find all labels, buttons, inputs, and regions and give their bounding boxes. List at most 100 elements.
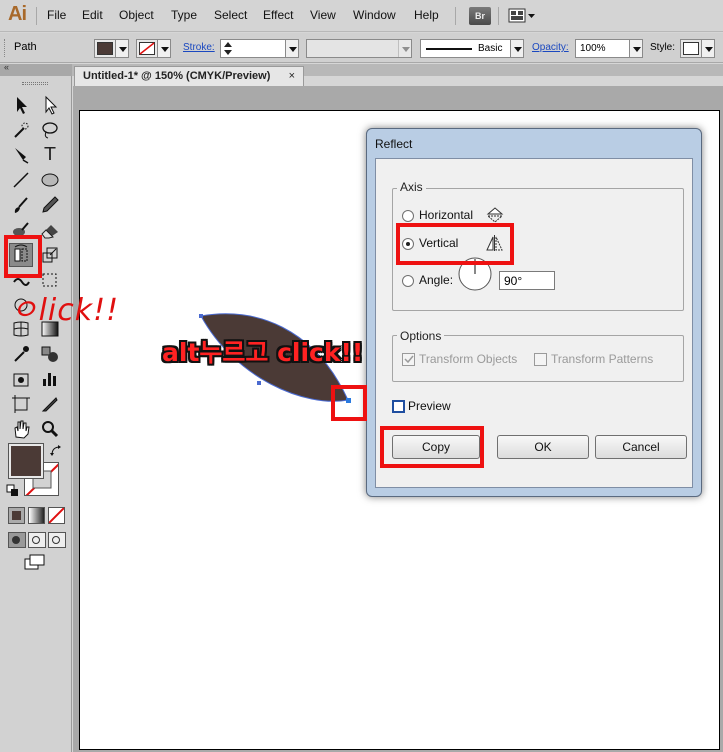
toolbox-grip[interactable] (22, 82, 48, 85)
angle-radio[interactable] (402, 275, 414, 287)
symbol-icon (13, 373, 29, 387)
transform-patterns-label: Transform Patterns (551, 352, 654, 366)
alt-click-annotation: alt누르고 click!! (162, 338, 364, 367)
line-segment-tool[interactable] (9, 168, 33, 192)
chevron-down-icon (115, 40, 128, 57)
arrange-documents-button[interactable] (508, 7, 536, 25)
artboard-icon (12, 395, 30, 413)
paintbrush-tool[interactable] (9, 193, 33, 217)
slice-tool[interactable] (38, 392, 62, 416)
app-logo: Ai (8, 3, 27, 25)
control-bar: Path Stroke: Basic Opacity: 100% Style: (0, 33, 723, 63)
draw-normal-button[interactable] (8, 532, 26, 548)
menu-object[interactable]: Object (119, 8, 154, 22)
fill-swatch-front[interactable] (8, 443, 44, 479)
none-icon (48, 507, 65, 524)
ellipse-tool[interactable] (38, 168, 62, 192)
slice-icon (41, 397, 58, 412)
menu-type[interactable]: Type (171, 8, 197, 22)
brush-style-label: Basic (478, 43, 503, 54)
dialog-title: Reflect (375, 137, 413, 151)
screen-mode-icon[interactable] (24, 554, 46, 572)
angle-value: 90° (504, 274, 523, 288)
highlight-copy-button (380, 426, 484, 468)
horizontal-label[interactable]: Horizontal (419, 208, 473, 222)
checkmark-icon (404, 355, 414, 364)
highlight-reflect-tool (4, 235, 42, 278)
horizontal-radio[interactable] (402, 210, 414, 222)
stroke-label[interactable]: Stroke: (183, 42, 215, 53)
stroke-color-dropdown[interactable] (136, 39, 171, 58)
document-tab[interactable]: Untitled-1* @ 150% (CMYK/Preview) × (74, 66, 304, 86)
transform-objects-checkbox[interactable] (402, 353, 415, 366)
graphic-style-dropdown[interactable] (680, 39, 715, 58)
direct-selection-tool[interactable] (38, 93, 62, 117)
variable-width-dropdown[interactable] (306, 39, 412, 58)
collapse-icon[interactable]: « (4, 62, 9, 72)
pen-tool[interactable] (9, 143, 33, 167)
menu-file[interactable]: File (47, 8, 66, 22)
opacity-label[interactable]: Opacity: (532, 42, 569, 53)
menu-effect[interactable]: Effect (263, 8, 293, 22)
draw-inside-button[interactable] (48, 532, 66, 548)
brush-definition-dropdown[interactable]: Basic (420, 39, 524, 58)
magic-wand-icon (14, 122, 29, 138)
anchor-point[interactable] (257, 381, 261, 385)
draw-behind-button[interactable] (28, 532, 46, 548)
chevron-down-icon (629, 40, 642, 57)
preview-checkbox[interactable] (392, 400, 405, 413)
bridge-button[interactable]: Br (469, 7, 491, 25)
opacity-field[interactable]: 100% (575, 39, 643, 58)
menu-help[interactable]: Help (414, 8, 439, 22)
menu-edit[interactable]: Edit (82, 8, 103, 22)
ellipse-icon (41, 173, 59, 187)
default-colors-icon[interactable] (6, 484, 20, 498)
close-icon[interactable]: × (289, 70, 295, 82)
toolbox-header[interactable]: « (0, 62, 72, 76)
pen-icon (15, 148, 29, 164)
angle-label[interactable]: Angle: (419, 273, 453, 287)
control-grip[interactable] (4, 39, 6, 57)
gradient-mode-button[interactable] (28, 507, 45, 524)
chevron-down-icon (701, 40, 714, 57)
selection-type-label: Path (14, 41, 37, 53)
symbol-tool[interactable] (9, 367, 33, 391)
color-mode-button[interactable] (8, 507, 25, 524)
selection-tool[interactable] (9, 93, 33, 117)
highlight-vertical-option (396, 223, 514, 265)
menu-separator (498, 7, 499, 25)
fill-swatch (97, 42, 113, 55)
zoom-tool[interactable] (38, 417, 62, 441)
menu-separator (455, 7, 456, 25)
chevron-down-icon (157, 40, 170, 57)
swap-fill-stroke-icon[interactable] (49, 444, 63, 458)
magic-wand-tool[interactable] (9, 118, 33, 142)
anchor-point[interactable] (199, 314, 203, 318)
no-stroke-icon (139, 42, 155, 55)
stepper-icon (224, 42, 232, 55)
cancel-button[interactable]: Cancel (595, 435, 687, 459)
chevron-down-icon (285, 40, 298, 57)
stroke-weight-field[interactable] (220, 39, 299, 58)
type-tool[interactable]: T (38, 143, 62, 167)
fill-color-dropdown[interactable] (94, 39, 129, 58)
eyedropper-tool[interactable] (9, 342, 33, 366)
blend-tool[interactable] (38, 342, 62, 366)
menu-view[interactable]: View (310, 8, 336, 22)
brush-stroke-preview (426, 48, 472, 50)
document-tab-title: Untitled-1* @ 150% (CMYK/Preview) (83, 70, 271, 82)
tool-click-annotation: ㅇlick!! (10, 293, 120, 328)
menu-select[interactable]: Select (214, 8, 247, 22)
pencil-tool[interactable] (38, 193, 62, 217)
none-mode-button[interactable] (48, 507, 65, 524)
artboard-tool[interactable] (9, 392, 33, 416)
blend-icon (41, 346, 58, 362)
column-graph-tool[interactable] (38, 367, 62, 391)
ok-button[interactable]: OK (497, 435, 589, 459)
transform-patterns-checkbox[interactable] (534, 353, 547, 366)
lasso-tool[interactable] (38, 118, 62, 142)
angle-input[interactable]: 90° (499, 271, 555, 290)
menu-window[interactable]: Window (353, 8, 396, 22)
hand-tool[interactable] (9, 417, 33, 441)
preview-label[interactable]: Preview (408, 399, 451, 413)
